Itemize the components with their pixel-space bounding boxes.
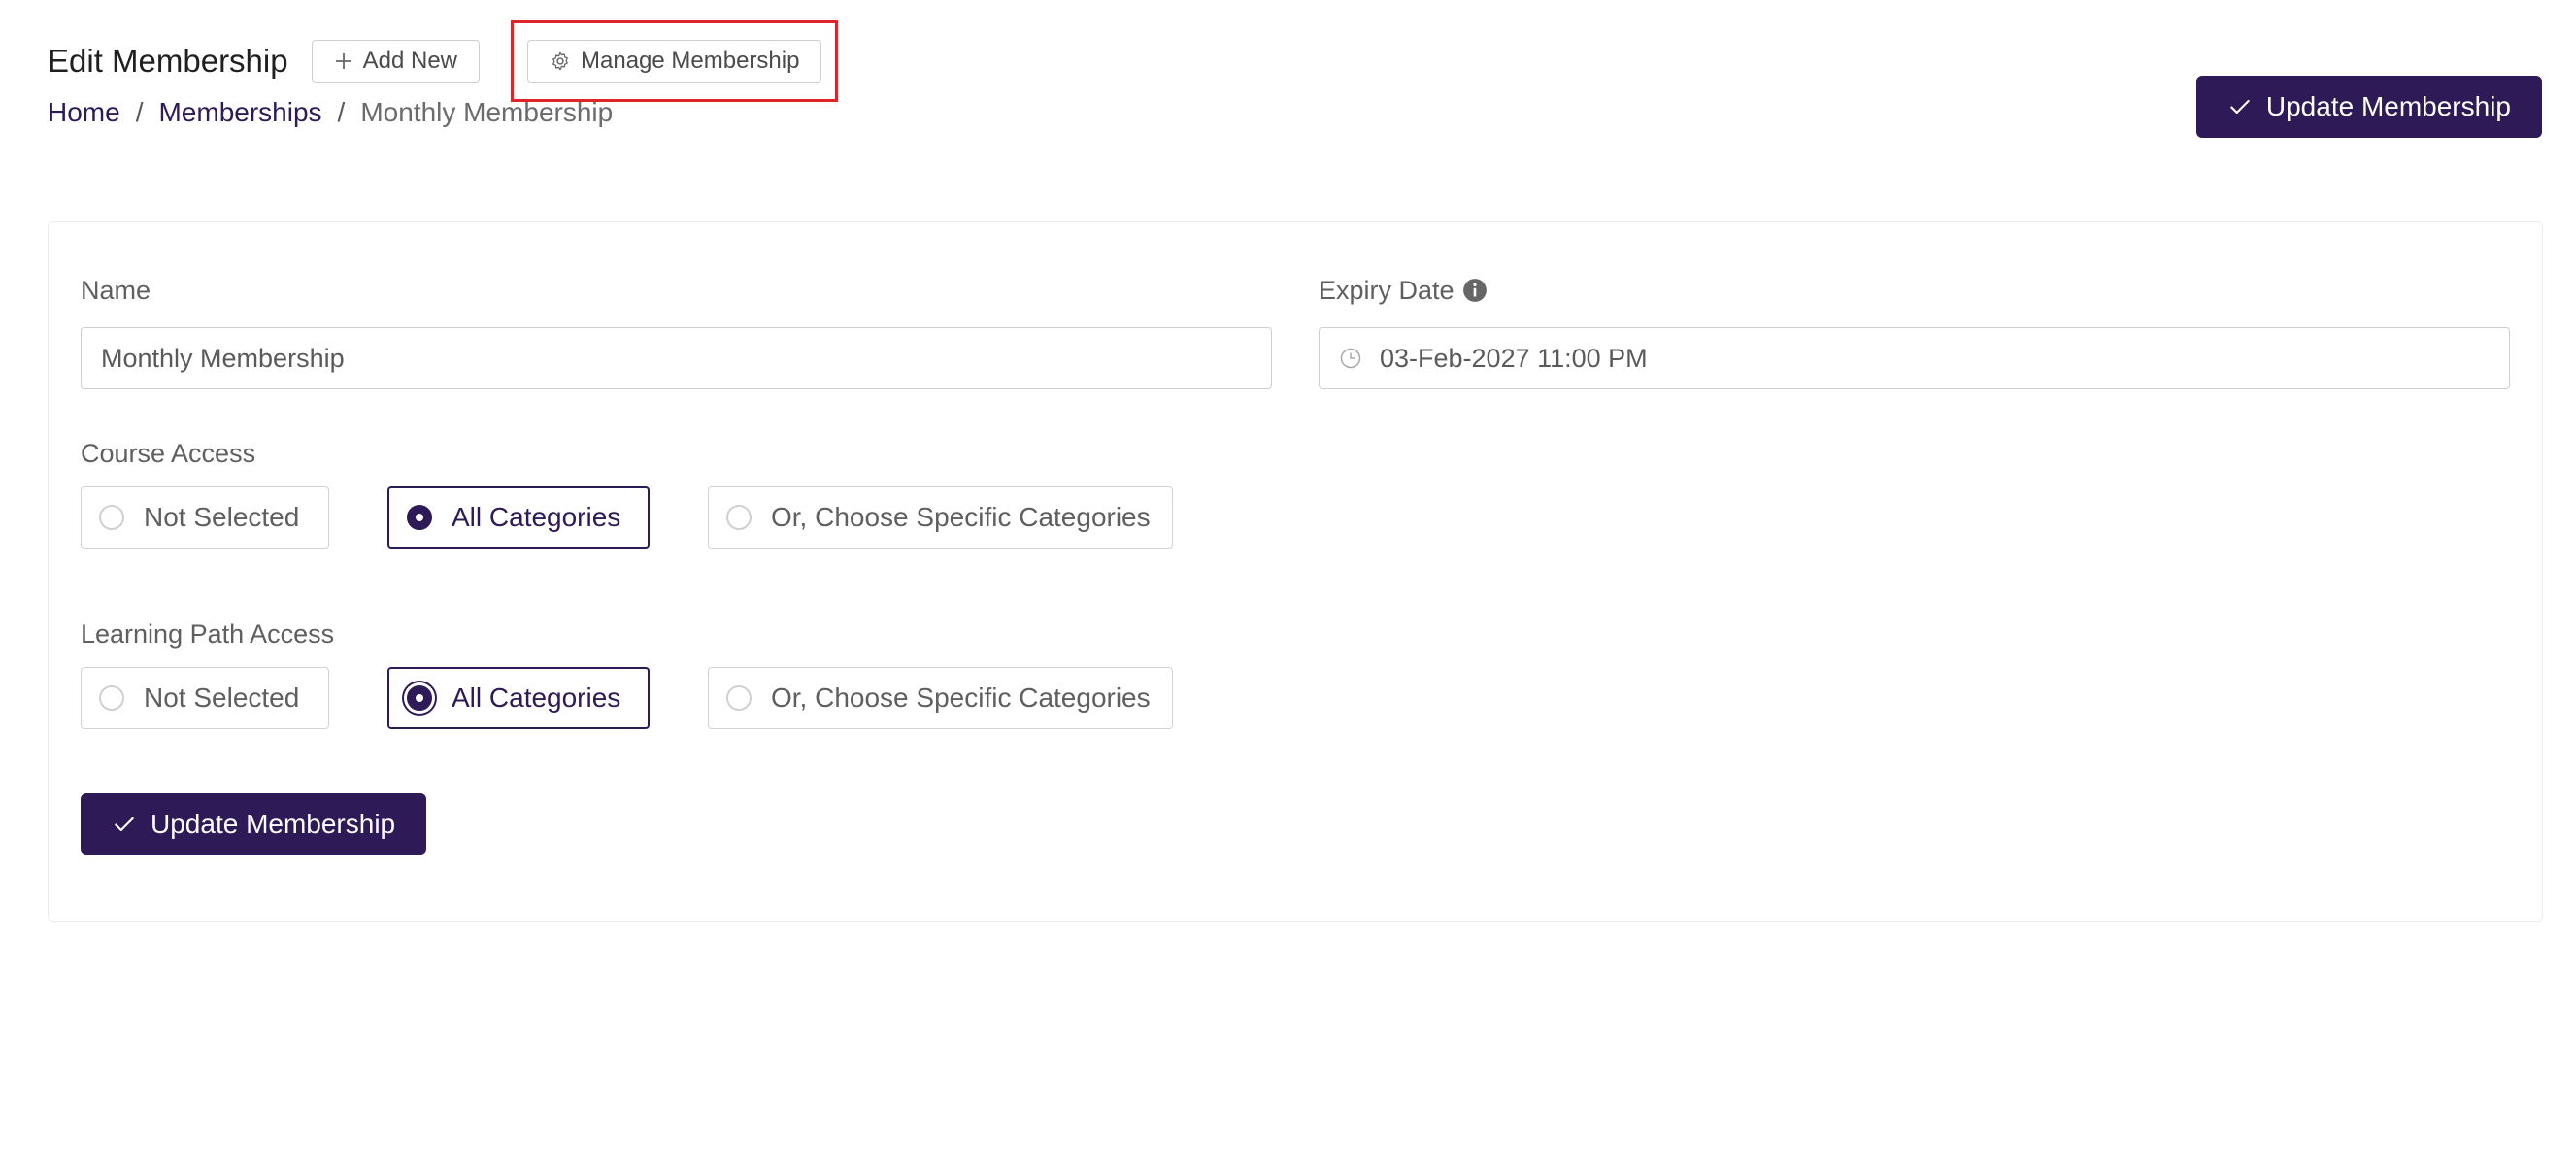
course-access-options: Not Selected All Categories Or, Choose S… [81,486,1231,549]
course-access-label: Course Access [81,438,256,468]
check-icon [2227,94,2253,119]
course-access-specific-categories[interactable]: Or, Choose Specific Categories [708,486,1173,549]
option-label: Not Selected [144,502,300,532]
breadcrumb-home[interactable]: Home [48,97,120,128]
course-access-all-categories[interactable]: All Categories [387,486,650,549]
option-label: Or, Choose Specific Categories [771,502,1151,532]
option-label: Not Selected [144,682,300,713]
course-access-group: Course Access Not Selected All Categorie… [81,436,1231,549]
option-label: All Categories [452,502,621,532]
header-update-label: Update Membership [2265,91,2511,121]
radio-button [726,685,752,711]
learning-path-access-group: Learning Path Access Not Selected All Ca… [81,616,1231,729]
expiry-field-group: Expiry Date 03-Feb-2027 11:00 PM [1319,273,2510,389]
clock-icon [1339,347,1362,370]
breadcrumb-current: Monthly Membership [360,97,614,127]
option-label: All Categories [452,682,621,713]
breadcrumb-memberships[interactable]: Memberships [158,97,321,128]
membership-form-card: Name Monthly Membership Expiry Date 03-F… [48,221,2543,922]
page-title: Edit Membership [48,43,288,79]
expiry-date-input[interactable]: 03-Feb-2027 11:00 PM [1319,327,2510,389]
manage-membership-label: Manage Membership [581,48,800,74]
breadcrumb-separator: / [337,97,346,127]
form-row-top: Name Monthly Membership Expiry Date 03-F… [81,273,2510,389]
radio-button [99,505,124,530]
form-update-label: Update Membership [151,809,396,839]
info-icon[interactable] [1462,278,1488,303]
learning-path-not-selected[interactable]: Not Selected [81,667,329,729]
name-label: Name [81,275,151,305]
name-input-value: Monthly Membership [101,343,345,373]
course-access-not-selected[interactable]: Not Selected [81,486,329,549]
learning-path-all-categories[interactable]: All Categories [387,667,650,729]
radio-button-checked [407,505,432,530]
check-icon [112,812,137,837]
learning-path-access-label: Learning Path Access [81,618,335,649]
add-new-label: Add New [362,48,457,74]
name-field-group: Name Monthly Membership [81,273,1272,389]
manage-membership-highlight: Manage Membership [511,20,839,102]
radio-button [99,685,124,711]
header-update-button[interactable]: Update Membership [2195,76,2542,138]
expiry-label-row: Expiry Date [1319,273,2510,308]
manage-membership-button[interactable]: Manage Membership [527,40,822,83]
plus-icon [334,51,353,71]
expiry-label: Expiry Date [1319,275,1455,305]
learning-path-specific-categories[interactable]: Or, Choose Specific Categories [708,667,1173,729]
radio-button-checked [407,685,432,711]
breadcrumb-separator: / [135,97,144,127]
expiry-date-value: 03-Feb-2027 11:00 PM [1380,343,1648,373]
learning-path-access-options: Not Selected All Categories Or, Choose S… [81,667,1231,729]
form-update-button[interactable]: Update Membership [81,793,427,855]
page-header: Edit Membership Add New Manage Membershi… [48,20,2542,153]
add-new-button[interactable]: Add New [311,40,480,83]
gear-icon [550,50,571,72]
breadcrumb: Home / Memberships / Monthly Membership [48,97,2542,128]
radio-button [726,505,752,530]
title-row: Edit Membership Add New Manage Membershi… [48,20,2542,102]
name-input[interactable]: Monthly Membership [81,327,1272,389]
option-label: Or, Choose Specific Categories [771,682,1151,713]
